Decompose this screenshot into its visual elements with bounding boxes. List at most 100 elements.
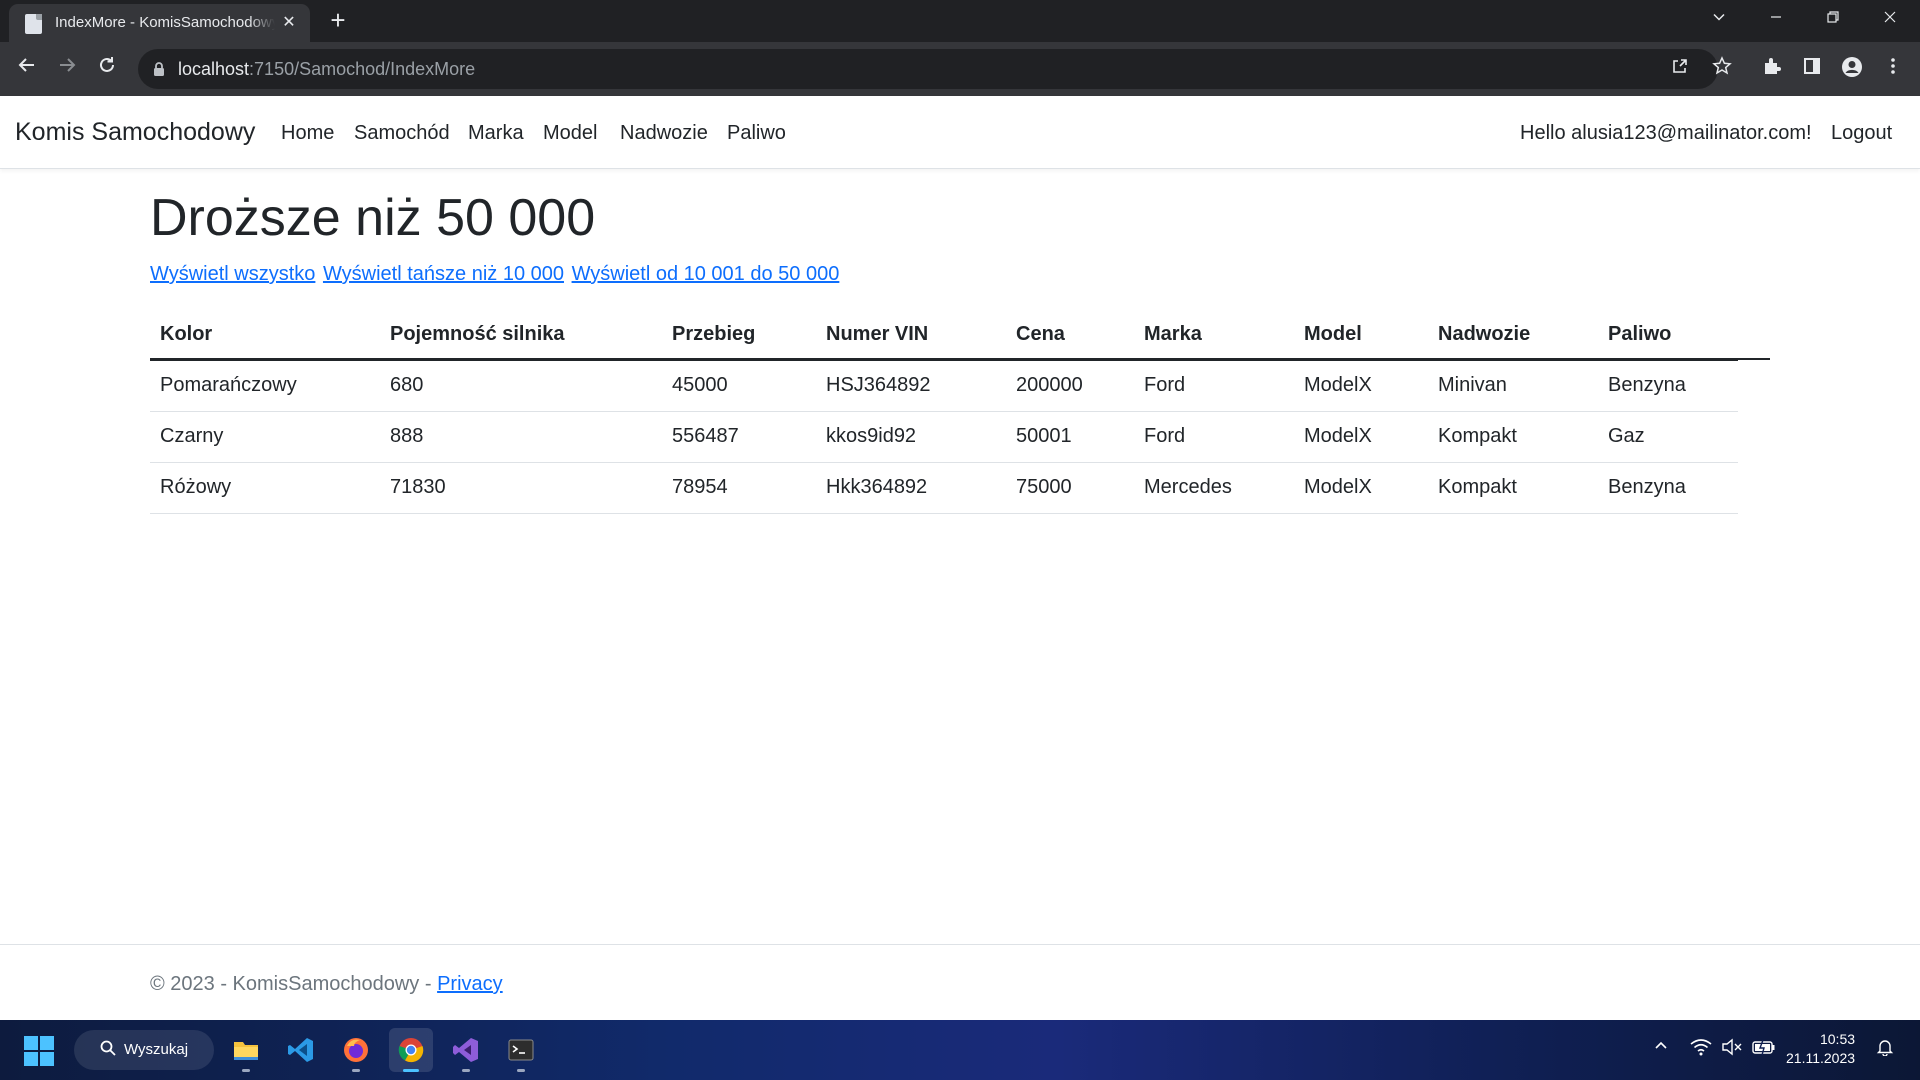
new-tab-button[interactable]: + — [324, 6, 352, 34]
close-window-icon[interactable] — [1864, 0, 1916, 40]
cell-marka: Mercedes — [1134, 462, 1294, 514]
wifi-icon[interactable] — [1690, 1038, 1712, 1061]
chrome-icon[interactable] — [389, 1028, 433, 1072]
column-header-przebieg: Przebieg — [662, 310, 816, 361]
windows-taskbar: Wyszukaj 10:53 21.11.2023 — [0, 1020, 1920, 1080]
table-row: Różowy 71830 78954 Hkk364892 75000 Merce… — [150, 462, 1738, 514]
cell-przebieg: 556487 — [662, 411, 816, 463]
bookmark-star-icon[interactable] — [1709, 56, 1735, 82]
clock-date: 21.11.2023 — [1786, 1050, 1856, 1066]
url-text[interactable]: localhost:7150/Samochod/IndexMore — [178, 59, 475, 80]
extensions-puzzle-icon[interactable] — [1759, 56, 1785, 82]
speaker-muted-icon[interactable] — [1721, 1038, 1743, 1061]
taskbar-search-button[interactable]: Wyszukaj — [74, 1030, 214, 1070]
table-header-row: Kolor Pojemność silnika Przebieg Numer V… — [150, 310, 1738, 361]
cell-model: ModelX — [1294, 360, 1428, 412]
nav-link-samochod[interactable]: Samochód — [354, 122, 450, 145]
cell-nadwozie: Minivan — [1428, 360, 1598, 412]
cell-vin: HSJ364892 — [816, 360, 1006, 412]
tab-search-chevron-icon[interactable] — [1693, 0, 1745, 40]
profile-avatar-icon[interactable] — [1839, 56, 1865, 82]
footer-text: © 2023 - KomisSamochodowy - Privacy — [150, 973, 503, 996]
filter-link-cheaper-than-10000[interactable]: Wyświetl tańsze niż 10 000 — [323, 263, 564, 285]
site-navbar: Komis Samochodowy Home Samochód Marka Mo… — [0, 96, 1920, 169]
cell-vin: Hkk364892 — [816, 462, 1006, 514]
user-greeting-link[interactable]: Hello alusia123@mailinator.com! — [1520, 122, 1812, 145]
filter-links: Wyświetl wszystko Wyświetl tańsze niż 10… — [150, 263, 841, 286]
battery-charging-icon[interactable] — [1752, 1038, 1776, 1061]
search-icon — [100, 1040, 116, 1061]
firefox-icon[interactable] — [334, 1028, 378, 1072]
nav-link-paliwo[interactable]: Paliwo — [727, 122, 786, 145]
browser-toolbar: localhost:7150/Samochod/IndexMore — [0, 42, 1920, 96]
cell-pojemnosc: 71830 — [380, 462, 662, 514]
nav-link-nadwozie[interactable]: Nadwozie — [620, 122, 708, 145]
show-hidden-icons-chevron-icon[interactable] — [1653, 1038, 1669, 1059]
cell-nadwozie: Kompakt — [1428, 462, 1598, 514]
browser-titlebar: IndexMore - KomisSamochodowy ✕ + — [0, 0, 1920, 42]
brand-link[interactable]: Komis Samochodowy — [15, 118, 255, 147]
cell-kolor: Różowy — [150, 462, 380, 514]
cell-cena: 75000 — [1006, 462, 1134, 514]
side-panel-icon[interactable] — [1799, 56, 1825, 82]
column-header-pojemnosc-silnika: Pojemność silnika — [380, 310, 662, 361]
column-header-cena: Cena — [1006, 310, 1134, 361]
nav-link-home[interactable]: Home — [281, 122, 334, 145]
column-header-marka: Marka — [1134, 310, 1294, 361]
share-icon[interactable] — [1667, 56, 1693, 82]
restore-window-icon[interactable] — [1807, 0, 1859, 40]
cell-marka: Ford — [1134, 411, 1294, 463]
cell-paliwo: Gaz — [1598, 411, 1738, 463]
windows-start-icon[interactable] — [24, 1036, 54, 1066]
search-label: Wyszukaj — [124, 1041, 189, 1058]
cars-table: Kolor Pojemność silnika Przebieg Numer V… — [150, 310, 1738, 514]
filter-link-all[interactable]: Wyświetl wszystko — [150, 263, 315, 285]
visual-studio-icon[interactable] — [444, 1028, 488, 1072]
cell-model: ModelX — [1294, 411, 1428, 463]
privacy-link[interactable]: Privacy — [437, 973, 503, 995]
reload-icon[interactable] — [92, 54, 122, 84]
cell-marka: Ford — [1134, 360, 1294, 412]
browser-tab[interactable]: IndexMore - KomisSamochodowy ✕ — [9, 4, 310, 42]
site-footer: © 2023 - KomisSamochodowy - Privacy — [0, 944, 1920, 1020]
notification-bell-icon[interactable] — [1876, 1038, 1894, 1061]
lock-icon[interactable] — [153, 61, 165, 77]
logout-button[interactable]: Logout — [1831, 122, 1892, 145]
nav-link-model[interactable]: Model — [543, 122, 597, 145]
column-header-numer-vin: Numer VIN — [816, 310, 1006, 361]
address-bar[interactable]: localhost:7150/Samochod/IndexMore — [138, 49, 1718, 89]
cell-kolor: Czarny — [150, 411, 380, 463]
vscode-icon[interactable] — [279, 1028, 323, 1072]
cell-cena: 50001 — [1006, 411, 1134, 463]
cell-model: ModelX — [1294, 462, 1428, 514]
tab-close-icon[interactable]: ✕ — [278, 12, 300, 34]
system-clock[interactable]: 10:53 21.11.2023 — [1786, 1030, 1855, 1068]
nav-link-marka[interactable]: Marka — [468, 122, 524, 145]
page-title: Droższe niż 50 000 — [150, 189, 596, 247]
cell-nadwozie: Kompakt — [1428, 411, 1598, 463]
cell-pojemnosc: 888 — [380, 411, 662, 463]
cell-przebieg: 45000 — [662, 360, 816, 412]
terminal-icon[interactable] — [499, 1028, 543, 1072]
table-row: Pomarańczowy 680 45000 HSJ364892 200000 … — [150, 360, 1738, 412]
cell-pojemnosc: 680 — [380, 360, 662, 412]
cell-przebieg: 78954 — [662, 462, 816, 514]
column-header-nadwozie: Nadwozie — [1428, 310, 1598, 361]
file-explorer-icon[interactable] — [224, 1028, 268, 1072]
column-header-model: Model — [1294, 310, 1428, 361]
tab-title: IndexMore - KomisSamochodowy — [55, 14, 275, 31]
cell-paliwo: Benzyna — [1598, 462, 1738, 514]
page-favicon-icon — [25, 14, 42, 34]
column-header-kolor: Kolor — [150, 310, 380, 361]
copyright-text: © 2023 - KomisSamochodowy - — [150, 973, 438, 995]
cell-vin: kkos9id92 — [816, 411, 1006, 463]
filter-link-10001-to-50000[interactable]: Wyświetl od 10 001 do 50 000 — [572, 263, 840, 285]
cell-kolor: Pomarańczowy — [150, 360, 380, 412]
forward-arrow-icon[interactable] — [52, 54, 82, 84]
minimize-window-icon[interactable] — [1750, 0, 1802, 40]
back-arrow-icon[interactable] — [12, 54, 42, 84]
browser-menu-icon[interactable] — [1880, 56, 1906, 82]
cell-cena: 200000 — [1006, 360, 1134, 412]
table-row: Czarny 888 556487 kkos9id92 50001 Ford M… — [150, 411, 1738, 463]
table-header-divider — [150, 358, 1770, 360]
